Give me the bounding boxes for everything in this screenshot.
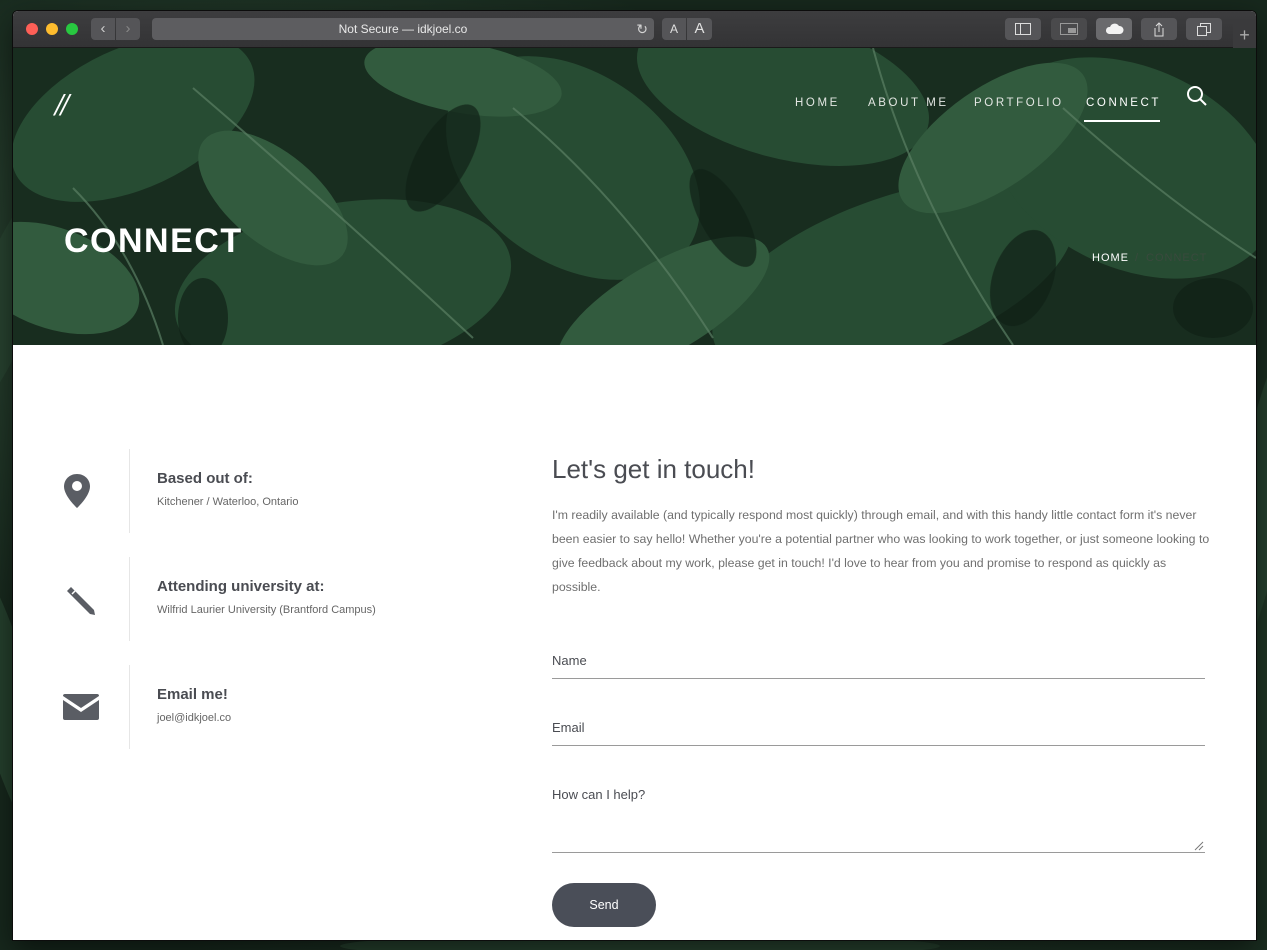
textarea-resize-handle[interactable] — [1194, 841, 1204, 851]
text-size-smaller-button[interactable]: A — [662, 18, 686, 40]
info-divider — [129, 557, 130, 641]
email-field[interactable]: Email — [552, 720, 585, 735]
active-nav-indicator — [1084, 120, 1160, 122]
info-divider — [129, 665, 130, 749]
message-textarea[interactable]: How can I help? — [552, 787, 645, 802]
hero-banner: // HOME ABOUT ME PORTFOLIO CONNECT CONNE… — [13, 48, 1256, 345]
nav-about-me[interactable]: ABOUT ME — [868, 97, 949, 109]
envelope-icon — [63, 694, 99, 720]
address-bar-text: Not Secure — idkjoel.co — [338, 22, 468, 36]
pencil-icon — [67, 587, 95, 615]
contact-heading: Let's get in touch! — [552, 454, 755, 484]
message-textarea-underline — [552, 852, 1205, 853]
nav-home[interactable]: HOME — [795, 97, 840, 109]
share-icon[interactable] — [1141, 18, 1177, 40]
nav-connect[interactable]: CONNECT — [1086, 97, 1161, 109]
new-tab-button[interactable]: + — [1233, 24, 1256, 48]
monstera-leaves-image — [13, 48, 1256, 345]
minimize-window-button[interactable] — [46, 23, 58, 35]
tab-overview-icon[interactable] — [1186, 18, 1222, 40]
name-field[interactable]: Name — [552, 653, 587, 668]
email-link[interactable]: joel@idkjoel.co — [157, 712, 231, 724]
page-title: CONNECT — [64, 222, 243, 260]
breadcrumb-home[interactable]: HOME — [1092, 252, 1129, 264]
info-detail: Wilfrid Laurier University (Brantford Ca… — [157, 604, 376, 616]
nav-portfolio[interactable]: PORTFOLIO — [974, 97, 1064, 109]
browser-toolbar: ‹ › Not Secure — idkjoel.co ↻ A A + — [13, 11, 1256, 48]
info-title: Based out of: — [157, 470, 253, 487]
sidebar-icon[interactable] — [1005, 18, 1041, 40]
contact-intro: I'm readily available (and typically res… — [552, 508, 1210, 594]
info-divider — [129, 449, 130, 533]
send-button[interactable]: Send — [552, 883, 656, 927]
icloud-tabs-icon[interactable] — [1096, 18, 1132, 40]
back-button[interactable]: ‹ — [91, 18, 115, 40]
site-logo[interactable]: // — [55, 90, 69, 120]
picture-in-picture-icon[interactable] — [1051, 18, 1087, 40]
text-size-larger-button[interactable]: A — [687, 18, 712, 40]
map-pin-icon — [64, 474, 90, 508]
forward-button[interactable]: › — [116, 18, 140, 40]
name-field-underline — [552, 678, 1205, 679]
breadcrumb-separator: / — [1135, 252, 1140, 264]
info-title: Attending university at: — [157, 578, 325, 595]
info-title: Email me! — [157, 686, 228, 703]
breadcrumb-current: CONNECT — [1146, 252, 1208, 264]
address-bar[interactable]: Not Secure — idkjoel.co ↻ — [152, 18, 654, 40]
reload-icon[interactable]: ↻ — [636, 18, 648, 40]
close-window-button[interactable] — [26, 23, 38, 35]
search-icon[interactable] — [1186, 85, 1208, 107]
zoom-window-button[interactable] — [66, 23, 78, 35]
browser-window: ‹ › Not Secure — idkjoel.co ↻ A A + // H… — [13, 11, 1256, 940]
info-detail: Kitchener / Waterloo, Ontario — [157, 496, 299, 508]
email-field-underline — [552, 745, 1205, 746]
